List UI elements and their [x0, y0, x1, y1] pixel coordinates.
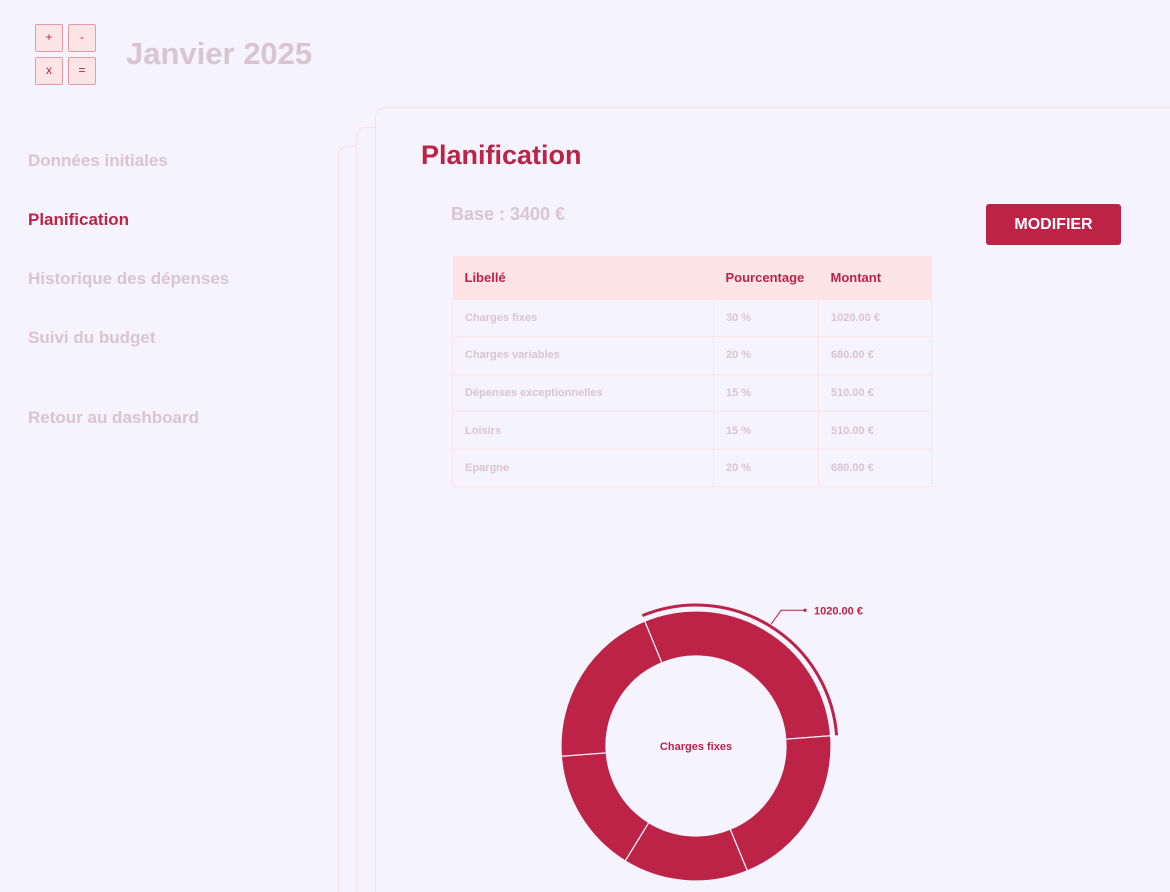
- cell-libelle: Charges fixes: [452, 298, 714, 338]
- sidebar-item-retour-dashboard[interactable]: Retour au dashboard: [28, 408, 199, 428]
- cell-montant: 680.00 €: [818, 448, 932, 488]
- cell-pourcentage: 15 %: [713, 373, 819, 413]
- table-row: Charges fixes 30 % 1020.00 €: [452, 298, 932, 338]
- cell-pourcentage: 20 %: [713, 448, 819, 488]
- table-row: Dépenses exceptionnelles 15 % 510.00 €: [452, 373, 932, 413]
- donut-slice[interactable]: [560, 620, 663, 757]
- page-header-title: Janvier 2025: [126, 36, 313, 71]
- donut-slice[interactable]: [643, 610, 832, 740]
- cell-libelle: Epargne: [452, 448, 714, 488]
- cell-pourcentage: 20 %: [713, 336, 819, 375]
- column-header-pourcentage: Pourcentage: [713, 256, 819, 299]
- column-header-montant: Montant: [818, 256, 932, 299]
- page-title: Planification: [421, 140, 582, 170]
- table-row: Epargne 20 % 680.00 €: [452, 448, 932, 488]
- donut-leader-line: [770, 609, 806, 625]
- sidebar-item-historique[interactable]: Historique des dépenses: [28, 269, 229, 289]
- donut-value-label: 1020.00 €: [814, 605, 863, 617]
- donut-slice[interactable]: [560, 752, 650, 862]
- cell-montant: 1020.00 €: [818, 298, 932, 338]
- cell-montant: 510.00 €: [818, 373, 932, 413]
- base-amount-label: Base : 3400 €: [451, 204, 566, 224]
- sidebar-item-planification[interactable]: Planification: [28, 210, 129, 230]
- app-root: + - x = Janvier 2025 Données initiales P…: [0, 0, 1170, 892]
- cell-pourcentage: 15 %: [713, 411, 819, 450]
- sidebar-item-donnees-initiales[interactable]: Données initiales: [28, 151, 168, 171]
- times-key-icon: x: [35, 57, 63, 85]
- modify-button[interactable]: MODIFIER: [986, 204, 1121, 245]
- table-row: Charges variables 20 % 680.00 €: [452, 336, 932, 375]
- cell-montant: 680.00 €: [818, 336, 932, 375]
- donut-slice[interactable]: [729, 735, 832, 872]
- equals-key-icon: =: [68, 57, 96, 85]
- donut-leader-dot: [803, 608, 807, 612]
- planning-table: Libellé Pourcentage Montant Charges fixe…: [452, 256, 932, 488]
- cell-libelle: Charges variables: [452, 336, 714, 375]
- minus-key-icon: -: [68, 24, 96, 52]
- cell-libelle: Dépenses exceptionnelles: [452, 373, 714, 413]
- budget-donut-chart: 1020.00 € Charges fixes: [560, 603, 863, 882]
- cell-montant: 510.00 €: [818, 411, 932, 450]
- donut-center-label: Charges fixes: [660, 741, 732, 753]
- sidebar-item-suivi-budget[interactable]: Suivi du budget: [28, 328, 156, 348]
- cell-pourcentage: 30 %: [713, 298, 819, 338]
- calculator-logo-icon: + - x =: [35, 24, 97, 86]
- column-header-libelle: Libellé: [452, 256, 714, 299]
- table-header-row: Libellé Pourcentage Montant: [452, 256, 932, 299]
- plus-key-icon: +: [35, 24, 63, 52]
- table-row: Loisirs 15 % 510.00 €: [452, 411, 932, 450]
- cell-libelle: Loisirs: [452, 411, 714, 450]
